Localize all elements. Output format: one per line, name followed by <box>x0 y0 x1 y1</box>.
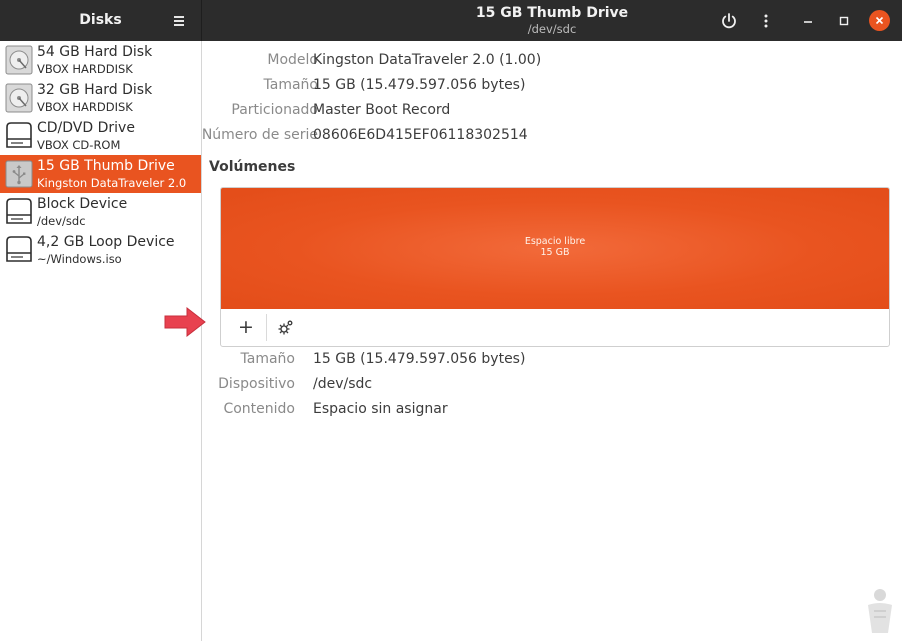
drive-icon <box>6 236 32 262</box>
model-value: Kingston DataTraveler 2.0 (1.00) <box>313 52 542 68</box>
power-icon <box>722 13 736 29</box>
volume-size-label: Tamaño <box>240 351 295 367</box>
partitioning-label: Particionado <box>231 102 318 118</box>
create-partition-button[interactable]: + <box>228 314 264 340</box>
drive-name: 32 GB Hard Disk <box>37 82 153 98</box>
toolbar-separator <box>266 314 267 341</box>
size-label: Tamaño <box>263 77 318 93</box>
watermark-logo-icon <box>868 589 892 633</box>
maximize-icon <box>839 16 849 26</box>
power-off-button[interactable] <box>719 11 739 31</box>
free-space-volume[interactable]: Espacio libre 15 GB <box>221 188 889 309</box>
sidebar-item-block-device[interactable]: Block Device /dev/sdc <box>0 193 201 231</box>
drive-icon <box>6 198 32 224</box>
harddisk-icon <box>5 83 33 113</box>
sidebar-header: Disks <box>0 0 202 41</box>
kebab-menu-icon <box>764 14 768 28</box>
optical-drive-icon <box>6 122 32 148</box>
volume-map: Espacio libre 15 GB + <box>220 187 890 347</box>
drive-name: CD/DVD Drive <box>37 120 135 136</box>
window-subtitle: /dev/sdc <box>527 22 577 36</box>
drive-name: 54 GB Hard Disk <box>37 44 153 60</box>
close-icon <box>875 16 884 25</box>
drive-subtitle: ~/Windows.iso <box>37 252 122 266</box>
maximize-button[interactable] <box>834 11 854 31</box>
device-value: /dev/sdc <box>313 376 373 392</box>
volume-size: 15 GB <box>540 247 570 258</box>
volume-label: Espacio libre <box>524 236 586 247</box>
drive-name: 4,2 GB Loop Device <box>37 234 175 250</box>
model-label: Modelo <box>267 52 318 68</box>
size-value: 15 GB (15.479.597.056 bytes) <box>313 77 526 93</box>
drive-name: 15 GB Thumb Drive <box>37 158 175 174</box>
minimize-button[interactable] <box>798 11 818 31</box>
drive-subtitle: VBOX HARDDISK <box>37 62 133 76</box>
drive-subtitle: Kingston DataTraveler 2.0 <box>37 176 187 190</box>
sidebar-item-cd-dvd-drive[interactable]: CD/DVD Drive VBOX CD-ROM <box>0 117 201 155</box>
volume-toolbar: + <box>221 309 889 346</box>
sidebar-item-32gb-hard-disk[interactable]: 32 GB Hard Disk VBOX HARDDISK <box>0 79 201 117</box>
sidebar-item-15gb-thumb-drive[interactable]: 15 GB Thumb Drive Kingston DataTraveler … <box>0 155 201 193</box>
harddisk-icon <box>5 45 33 75</box>
partitioning-value: Master Boot Record <box>313 102 451 118</box>
app-title: Disks <box>79 12 122 28</box>
volumes-heading: Volúmenes <box>209 159 296 175</box>
drive-subtitle: /dev/sdc <box>37 214 86 228</box>
minimize-icon <box>804 21 812 23</box>
drive-name: Block Device <box>37 196 128 212</box>
contents-label: Contenido <box>223 401 295 417</box>
sidebar-item-loop-device[interactable]: 4,2 GB Loop Device ~/Windows.iso <box>0 231 201 269</box>
drive-details-panel: Modelo Kingston DataTraveler 2.0 (1.00) … <box>202 41 902 641</box>
close-button[interactable] <box>869 10 890 31</box>
usb-drive-icon <box>5 160 33 188</box>
volume-size-value: 15 GB (15.479.597.056 bytes) <box>313 351 526 367</box>
serial-label: Número de serie <box>201 127 318 143</box>
drive-list-sidebar: 54 GB Hard Disk VBOX HARDDISK 32 GB Hard… <box>0 41 202 641</box>
serial-value: 08606E6D415EF06118302514 <box>313 127 528 143</box>
drive-subtitle: VBOX CD-ROM <box>37 138 121 152</box>
header-bar: Disks 15 GB Thumb Drive /dev/sdc <box>0 0 902 41</box>
sidebar-item-54gb-hard-disk[interactable]: 54 GB Hard Disk VBOX HARDDISK <box>0 41 201 79</box>
window-title-block: 15 GB Thumb Drive /dev/sdc <box>402 5 702 37</box>
drive-subtitle: VBOX HARDDISK <box>37 100 133 114</box>
window-title: 15 GB Thumb Drive <box>475 5 629 21</box>
hamburger-menu-icon[interactable] <box>172 13 186 27</box>
gears-icon <box>278 320 293 335</box>
device-label: Dispositivo <box>218 376 295 392</box>
contents-value: Espacio sin asignar <box>313 401 448 417</box>
annotation-arrow-icon <box>164 306 206 338</box>
drive-options-button[interactable] <box>756 11 776 31</box>
partition-options-button[interactable] <box>269 314 305 340</box>
plus-icon: + <box>238 316 254 338</box>
